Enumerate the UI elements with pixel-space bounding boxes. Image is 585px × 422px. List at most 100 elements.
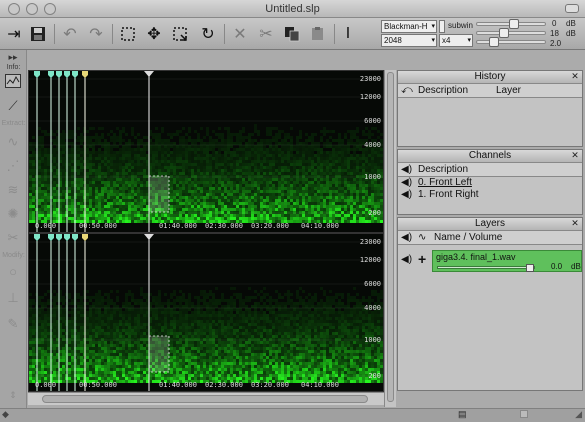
marquee-select-icon[interactable] [118, 24, 138, 44]
new-layer-icon[interactable]: ▤ [458, 409, 467, 420]
gain-mid-unit: dB [566, 29, 576, 38]
history-col-layer: Layer [496, 85, 522, 96]
selection-region [148, 175, 170, 213]
spectrogram-channel-1[interactable]: 23000 12000 6000 4000 1000 200 0.000 00:50.000 0… [28, 233, 384, 392]
frequency-label: 6000 [364, 117, 381, 125]
close-icon[interactable]: ✕ [570, 72, 580, 82]
frequency-label: 12000 [359, 256, 381, 264]
slider-knob[interactable] [526, 264, 534, 272]
gain-bottom-slider[interactable] [476, 37, 546, 47]
window-type-select[interactable]: Blackman-H ▾ [381, 20, 437, 33]
chevron-down-icon: ▾ [467, 37, 471, 44]
channel-label: 0. Front Left [418, 177, 472, 188]
move-tool-icon[interactable]: ✥ [144, 24, 164, 44]
layer-row[interactable]: giga3.4. final_1.wav 0.0 dB [432, 250, 582, 272]
chevron-down-icon: ▾ [431, 37, 435, 44]
time-label: 03:20.000 [251, 222, 289, 230]
gain-mid-slider[interactable] [476, 28, 546, 38]
layer-volume-slider[interactable] [437, 264, 535, 272]
extract-cut-icon[interactable]: ✂ [3, 230, 23, 248]
resize-grip-icon[interactable]: ◢ [575, 409, 582, 420]
copy-icon[interactable] [282, 24, 302, 44]
frequency-label: 6000 [364, 280, 381, 288]
channel-row[interactable]: ◀) 0. Front Left [398, 177, 582, 189]
window-type-value: Blackman-H [384, 22, 428, 31]
history-column-header: ⤺ Description Layer [398, 84, 582, 98]
cut-icon[interactable]: ✂ [256, 24, 276, 44]
channel-label: 1. Front Right [418, 189, 479, 200]
extract-peaks-icon[interactable]: ⋰ [3, 158, 23, 176]
slider-knob[interactable] [509, 19, 519, 29]
gain-top-unit: dB [566, 19, 576, 28]
close-icon[interactable]: ✕ [570, 219, 580, 229]
resize-tool-icon[interactable] [170, 24, 190, 44]
undo-icon[interactable]: ↶ [60, 24, 80, 44]
time-label: 00:50.000 [79, 222, 117, 230]
history-title: History [474, 71, 506, 82]
gain-top-slider[interactable] [476, 19, 546, 29]
toolbar: ⇥ ↶ ↷ ✥ ↻ ✕ ✂ I Blackman-H ▾ subwin 2048 ▾… [0, 18, 585, 50]
horizontal-scrollbar[interactable] [28, 392, 384, 405]
window-size-select[interactable]: 2048 ▾ [381, 34, 437, 47]
window-size-value: 2048 [384, 36, 402, 45]
toolbar-divider [112, 24, 113, 44]
add-icon[interactable]: + [418, 251, 426, 267]
status-bar: ◆ ▤ ◢ [0, 408, 585, 422]
history-revert-icon[interactable]: ⤺ [401, 84, 413, 97]
channel-row[interactable]: ◀) 1. Front Right [398, 189, 582, 201]
channels-header: Channels ✕ [398, 150, 582, 163]
time-label: 0.000 [35, 381, 57, 389]
loop-icon[interactable]: ↻ [198, 24, 218, 44]
extract-transient-icon[interactable]: ✺ [3, 206, 23, 224]
modify-pencil-icon[interactable]: ✎ [3, 316, 23, 334]
spectrogram-image [29, 234, 383, 391]
import-icon[interactable]: ⇥ [4, 24, 24, 44]
waveform-info-icon[interactable] [3, 74, 23, 92]
close-icon[interactable]: ✕ [570, 151, 580, 161]
history-header: History ✕ [398, 71, 582, 84]
modify-circle-icon[interactable]: ○ [3, 264, 23, 282]
speaker-icon[interactable]: ◀) [401, 177, 412, 189]
eyedropper-icon[interactable]: ⟋ [3, 98, 23, 116]
expand-icon[interactable]: ◆ [2, 409, 9, 420]
speaker-icon[interactable]: ◀) [401, 254, 412, 265]
overlap-select[interactable]: x4 ▾ [439, 34, 473, 47]
delete-layer-icon[interactable] [520, 410, 528, 418]
channels-column-header: ◀) Description [398, 163, 582, 177]
frequency-label: 12000 [359, 93, 381, 101]
waveform-icon: ∿ [418, 232, 427, 243]
save-icon[interactable] [28, 24, 48, 44]
toolbar-divider [334, 24, 335, 44]
layers-col-name: Name / Volume [434, 232, 503, 243]
slider-knob[interactable] [489, 37, 499, 47]
layer-name: giga3.4. final_1.wav [436, 252, 516, 262]
extract-noise-icon[interactable]: ≋ [3, 182, 23, 200]
palette-resize-icon[interactable]: ⇕ [3, 390, 23, 408]
extract-sine-icon[interactable]: ∿ [3, 134, 23, 152]
time-label: 01:40.000 [159, 381, 197, 389]
vertical-scroll-thumb[interactable] [387, 72, 394, 402]
time-label: 02:30.000 [205, 222, 243, 230]
redo-icon[interactable]: ↷ [86, 24, 106, 44]
time-label: 01:40.000 [159, 222, 197, 230]
slider-knob[interactable] [499, 28, 509, 38]
delete-icon[interactable]: ✕ [230, 24, 250, 44]
frequency-label: 1000 [364, 173, 381, 181]
frequency-label: 23000 [359, 75, 381, 83]
spectrogram-channel-0[interactable]: 23000 12000 6000 4000 1000 200 0.000 00:50.000 0… [28, 70, 384, 233]
vertical-scrollbar[interactable] [384, 70, 396, 407]
speaker-icon[interactable]: ◀) [401, 189, 412, 201]
modify-stamp-icon[interactable]: ⊥ [3, 290, 23, 308]
frequency-label: 200 [368, 372, 381, 380]
text-cursor-icon[interactable]: I [338, 24, 358, 44]
channels-title: Channels [468, 150, 512, 161]
window-title: Untitled.slp [265, 3, 320, 15]
channels-col-description: Description [418, 164, 469, 175]
toolbar-toggle-button[interactable] [565, 4, 579, 13]
subwin-label: subwin [448, 21, 473, 30]
frequency-label: 4000 [364, 304, 381, 312]
chevron-down-icon: ▾ [431, 23, 435, 30]
paste-icon[interactable] [308, 24, 328, 44]
window-type-stepper[interactable] [439, 20, 445, 33]
horizontal-scroll-thumb[interactable] [42, 395, 368, 403]
